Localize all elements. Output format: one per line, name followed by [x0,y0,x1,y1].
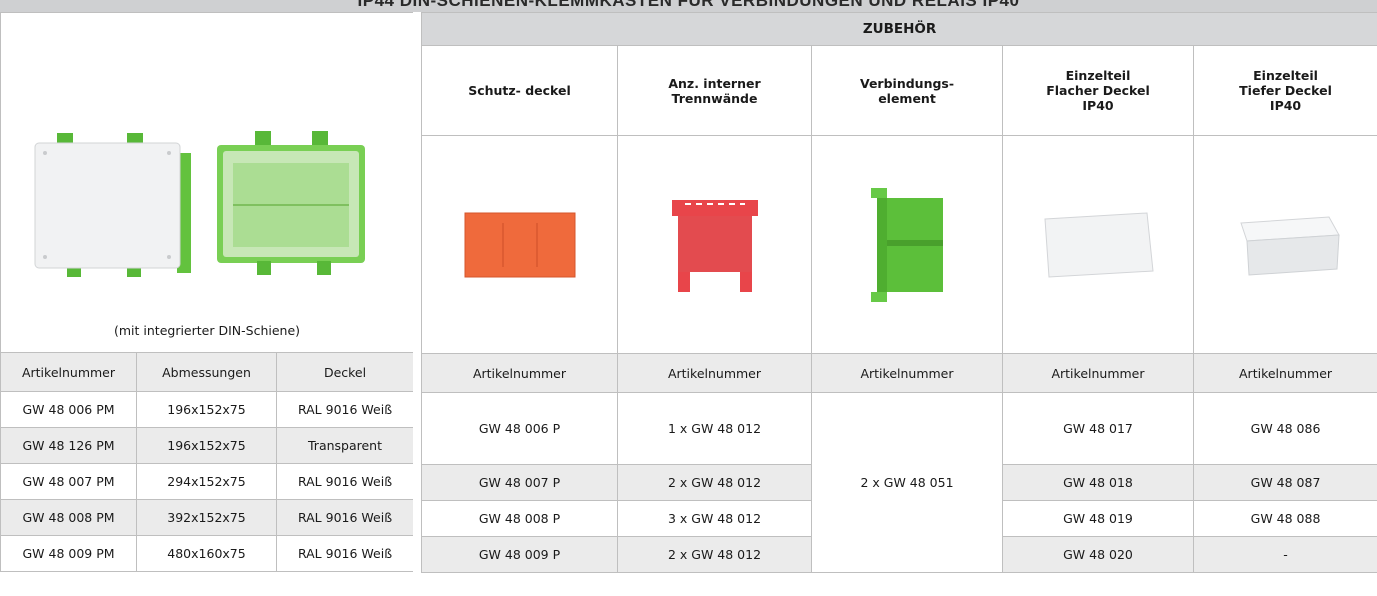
protective-cover-image [421,135,618,354]
dimensions: 294x152x75 [136,463,277,500]
col-connector: Verbindungs- element [811,45,1003,136]
cover-article: GW 48 006 P [421,392,618,465]
flat-lid-article: GW 48 018 [1002,464,1194,501]
col-deep-lid: Einzelteil Tiefer Deckel IP40 [1192,45,1377,136]
cover-article: GW 48 008 P [421,500,618,537]
product-table: (mit integrierter DIN-Schiene) Artikelnu… [0,12,415,572]
article-number: GW 48 126 PM [0,427,137,464]
accessories-heading: ZUBEHÖR [420,12,1377,46]
divider-article: 1 x GW 48 012 [617,392,812,465]
article-number: GW 48 006 PM [0,391,137,428]
table-row: GW 48 008 PM 392x152x75 RAL 9016 Weiß [0,499,415,536]
article-number: GW 48 008 PM [0,499,137,536]
divider-article: 2 x GW 48 012 [617,464,812,501]
divider-image [617,135,812,354]
col-dividers: Anz. interner Trennwände [617,45,812,136]
divider-article: 2 x GW 48 012 [617,536,812,573]
table-row: GW 48 126 PM 196x152x75 Transparent [0,427,415,464]
article-number: GW 48 007 PM [0,463,137,500]
top-title: IP44 DIN-SCHIENEN-KLEMMKASTEN FÜR VERBIN… [357,0,1020,10]
flat-lid-article: GW 48 020 [1002,536,1194,573]
deep-lid-image [1192,135,1377,354]
col-flat-lid: Einzelteil Flacher Deckel IP40 [1002,45,1194,136]
table-row: GW 48 006 PM 196x152x75 RAL 9016 Weiß [0,391,415,428]
cover-article: GW 48 009 P [421,536,618,573]
col-label: Artikelnummer [811,353,1003,393]
connector-article: 2 x GW 48 051 [811,392,1003,573]
dimensions: 392x152x75 [136,499,277,536]
top-title-bar: IP44 DIN-SCHIENEN-KLEMMKASTEN FÜR VERBIN… [0,0,1377,12]
product-image-cell: (mit integrierter DIN-Schiene) [0,12,415,353]
col-label: Artikelnummer [421,353,618,393]
lid: RAL 9016 Weiß [275,535,415,572]
dimensions: 196x152x75 [136,391,277,428]
col-header-dimensions: Abmessungen [136,352,277,392]
accessories-table: ZUBEHÖR Schutz- deckel Anz. interner Tre… [420,12,1377,573]
white-lid-box-image [34,133,192,277]
deep-lid-article: GW 48 088 [1192,500,1377,537]
dimensions: 480x160x75 [136,535,277,572]
din-rail-caption: (mit integrierter DIN-Schiene) [114,323,301,338]
column-gap [413,12,421,596]
flat-lid-article: GW 48 017 [1002,392,1194,465]
lid: RAL 9016 Weiß [275,391,415,428]
col-label: Artikelnummer [617,353,812,393]
connector-image [811,135,1003,354]
cover-article: GW 48 007 P [421,464,618,501]
lid: RAL 9016 Weiß [275,499,415,536]
col-header-article: Artikelnummer [0,352,137,392]
deep-lid-article: - [1192,536,1377,573]
table-row: GW 48 009 PM 480x160x75 RAL 9016 Weiß [0,535,415,572]
col-protective-cover: Schutz- deckel [421,45,618,136]
table-row: GW 48 007 PM 294x152x75 RAL 9016 Weiß [0,463,415,500]
junction-box-images [34,131,366,277]
lid: Transparent [275,427,415,464]
transparent-lid-box-image [217,131,366,275]
deep-lid-article: GW 48 086 [1192,392,1377,465]
flat-lid-image [1002,135,1194,354]
dimensions: 196x152x75 [136,427,277,464]
flat-lid-article: GW 48 019 [1002,500,1194,537]
article-number: GW 48 009 PM [0,535,137,572]
col-header-lid: Deckel [275,352,415,392]
col-label: Artikelnummer [1192,353,1377,393]
divider-article: 3 x GW 48 012 [617,500,812,537]
deep-lid-article: GW 48 087 [1192,464,1377,501]
col-label: Artikelnummer [1002,353,1194,393]
lid: RAL 9016 Weiß [275,463,415,500]
